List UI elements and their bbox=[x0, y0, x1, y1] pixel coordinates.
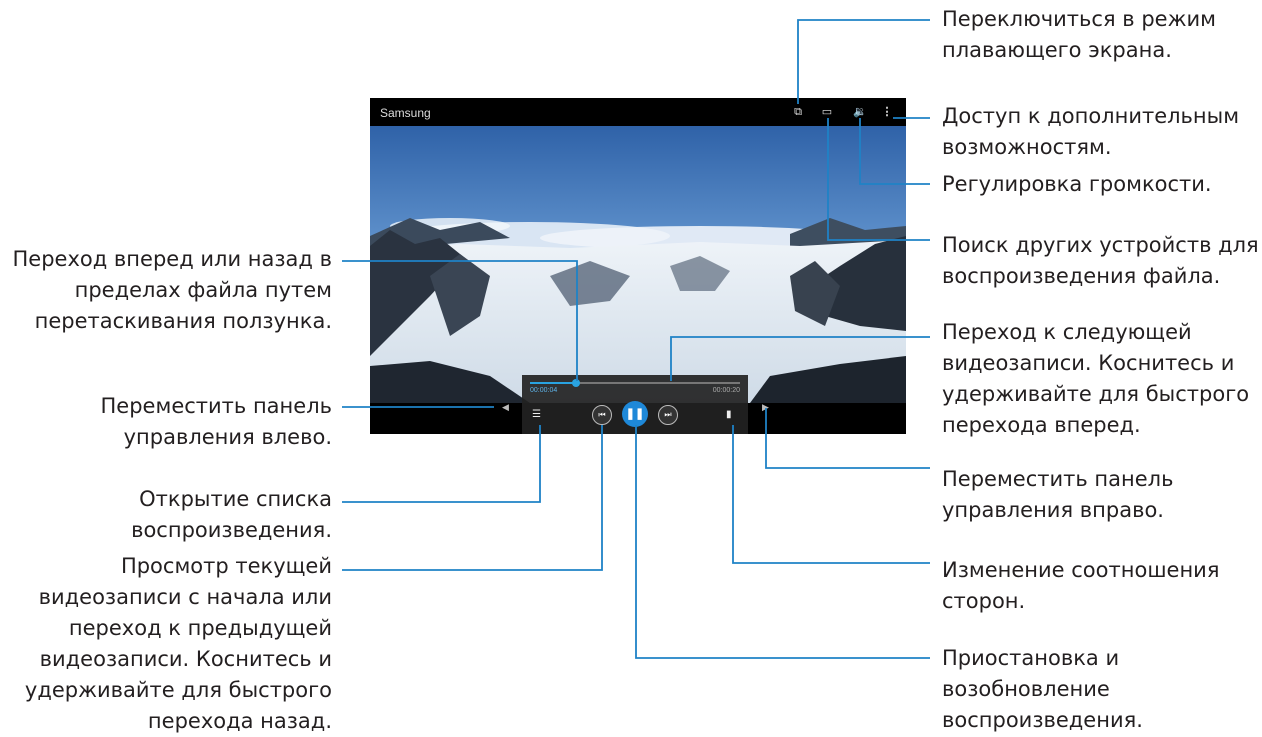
callout-more-text: Доступ к дополнительным возможностям. bbox=[942, 104, 1240, 159]
seek-progress bbox=[530, 382, 577, 384]
move-left-arrow-icon[interactable]: ◀ bbox=[502, 402, 509, 413]
callout-pause-text: Приостановка и возобновление воспроизвед… bbox=[942, 646, 1143, 732]
callout-playlist-text: Открытие списка воспроизведения. bbox=[131, 487, 332, 542]
callout-more: Доступ к дополнительным возможностям. bbox=[942, 101, 1239, 163]
callout-playlist: Открытие списка воспроизведения. bbox=[131, 484, 332, 546]
callout-previous-text: Просмотр текущей видеозаписи с начала ил… bbox=[24, 554, 332, 733]
callout-devices-text: Поиск других устройств для воспроизведен… bbox=[942, 233, 1259, 288]
callout-previous: Просмотр текущей видеозаписи с начала ил… bbox=[25, 551, 332, 737]
callout-move-right-text: Переместить панель управления вправо. bbox=[942, 467, 1174, 522]
pop-up-player-icon[interactable]: ⧉ bbox=[790, 104, 806, 120]
callout-pause: Приостановка и возобновление воспроизвед… bbox=[942, 643, 1143, 736]
next-icon[interactable]: ⏭ bbox=[658, 405, 678, 425]
callout-volume-text: Регулировка громкости. bbox=[942, 172, 1212, 196]
callout-aspect-text: Изменение соотношения сторон. bbox=[942, 558, 1220, 613]
seek-thumb[interactable] bbox=[572, 379, 581, 387]
playlist-icon[interactable]: ☰ bbox=[532, 409, 541, 420]
callout-move-left-text: Переместить панель управления влево. bbox=[100, 394, 332, 449]
callout-popup-text: Переключиться в режим плавающего экрана. bbox=[942, 7, 1216, 62]
callout-move-right: Переместить панель управления вправо. bbox=[942, 464, 1173, 526]
pause-icon[interactable]: ❚❚ bbox=[622, 401, 648, 427]
more-options-icon[interactable]: ⋮ bbox=[879, 104, 895, 120]
callout-popup: Переключиться в режим плавающего экрана. bbox=[942, 4, 1216, 66]
total-time: 00:00:20 bbox=[712, 387, 740, 394]
seek-bar[interactable] bbox=[530, 379, 740, 387]
aspect-ratio-icon[interactable]: ▮ bbox=[726, 409, 732, 420]
app-title: Samsung bbox=[380, 106, 431, 120]
screen-mirroring-icon[interactable]: ▭ bbox=[819, 104, 835, 120]
callout-aspect: Изменение соотношения сторон. bbox=[942, 555, 1219, 617]
mountain-scene bbox=[370, 126, 906, 403]
control-panel: 00:00:04 00:00:20 ☰ ⏮ ❚❚ ⏭ ▮ bbox=[522, 375, 748, 434]
volume-icon[interactable]: 🔉 bbox=[852, 104, 868, 120]
callout-next: Переход к следующей видеозаписи. Косните… bbox=[942, 317, 1249, 441]
callout-next-text: Переход к следующей видеозаписи. Косните… bbox=[942, 320, 1250, 437]
video-player-screenshot: Samsung ⧉ ▭ 🔉 ⋮ ◀ ▶ 00:00:04 00:00:20 ☰ … bbox=[370, 98, 906, 434]
current-time: 00:00:04 bbox=[530, 387, 558, 394]
callout-seek: Переход вперед или назад в пределах файл… bbox=[12, 244, 332, 337]
callout-move-left: Переместить панель управления влево. bbox=[101, 391, 332, 453]
callout-seek-text: Переход вперед или назад в пределах файл… bbox=[12, 247, 332, 333]
move-right-arrow-icon[interactable]: ▶ bbox=[762, 402, 769, 413]
previous-icon[interactable]: ⏮ bbox=[592, 405, 612, 425]
player-top-bar: Samsung ⧉ ▭ 🔉 ⋮ bbox=[370, 98, 906, 126]
callout-volume: Регулировка громкости. bbox=[942, 169, 1212, 200]
callout-devices: Поиск других устройств для воспроизведен… bbox=[942, 230, 1259, 292]
video-frame bbox=[370, 126, 906, 403]
